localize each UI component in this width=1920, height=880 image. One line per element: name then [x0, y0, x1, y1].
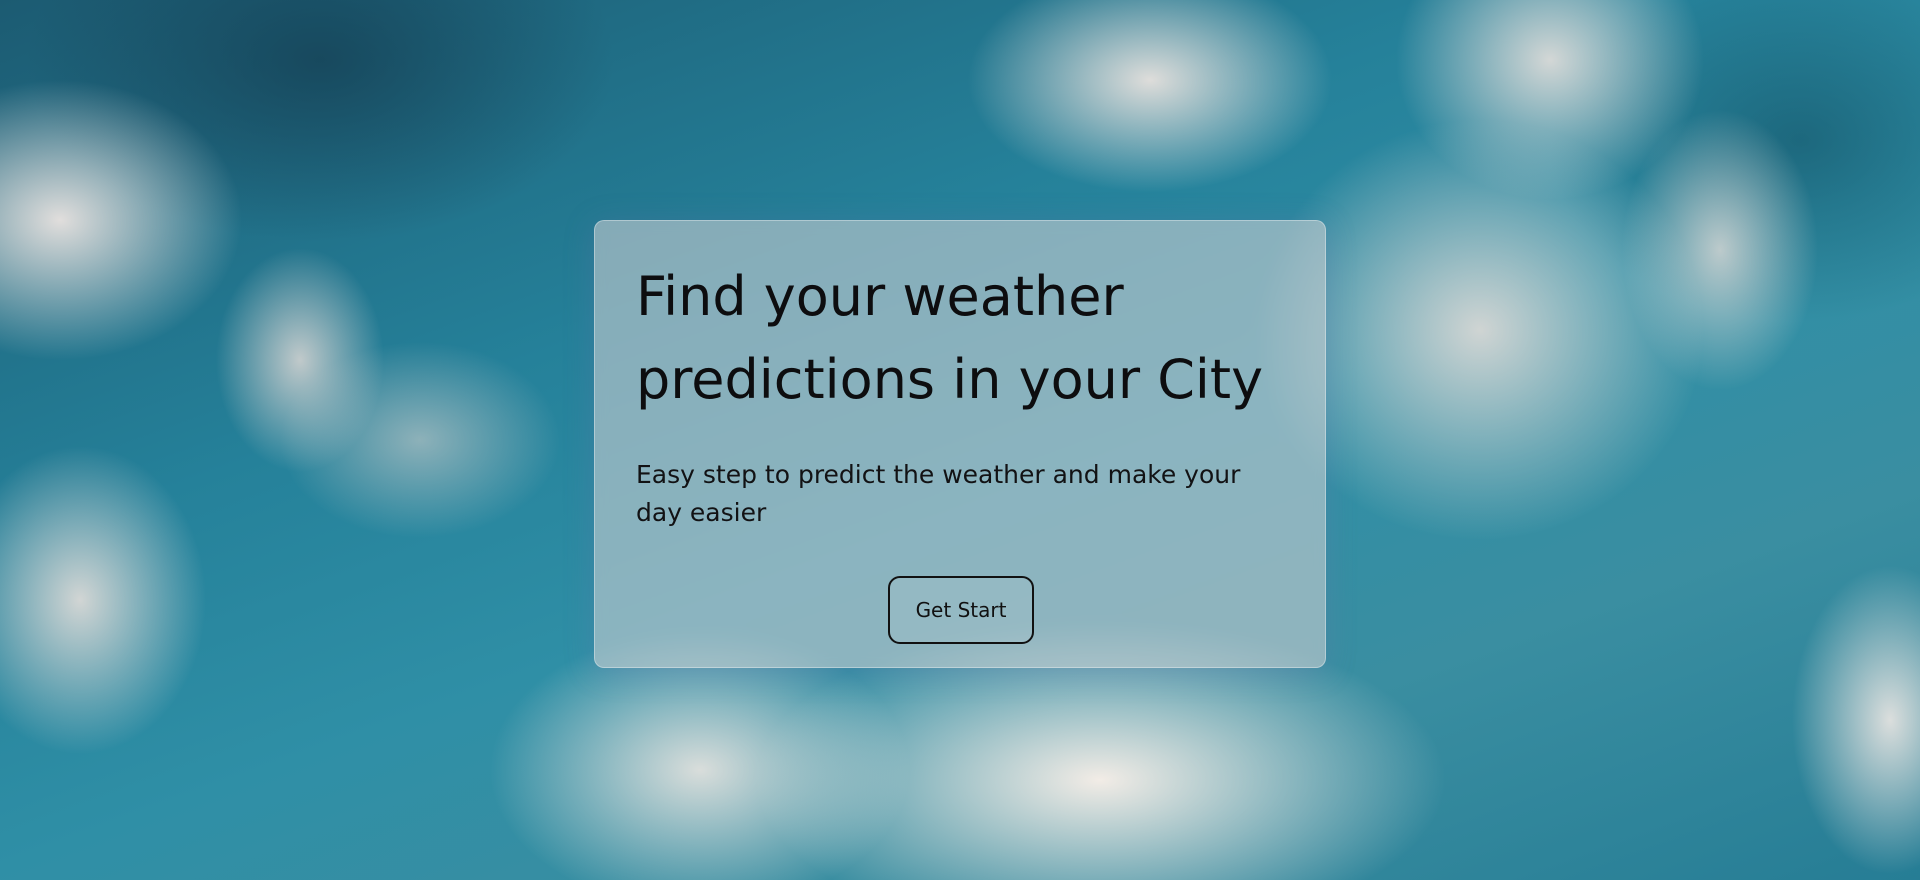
hero-title: Find your weather predictions in your Ci…	[636, 265, 1264, 411]
hero-subtitle: Easy step to predict the weather and mak…	[636, 460, 1241, 527]
get-start-button[interactable]: Get Start	[888, 576, 1034, 644]
hero-card: Find your weather predictions in your Ci…	[594, 220, 1326, 668]
